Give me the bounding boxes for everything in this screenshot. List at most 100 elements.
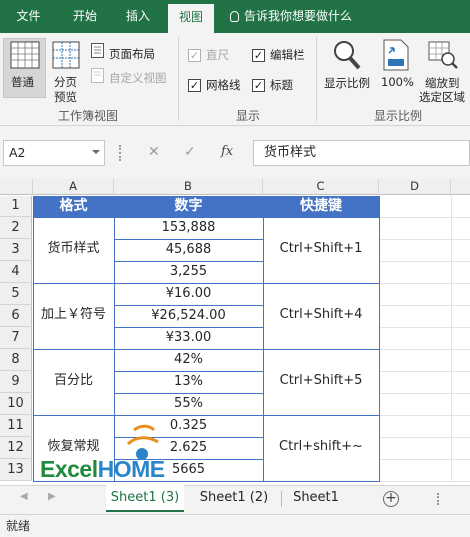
- shortcut-cell[interactable]: Ctrl+shift+~: [263, 415, 379, 481]
- row-header-5[interactable]: 5: [0, 283, 32, 305]
- table-column-border: [263, 196, 264, 482]
- ribbon-separator: [316, 37, 317, 121]
- sheet-tab-sheet1-2[interactable]: Sheet1 (2): [192, 485, 276, 512]
- column-header-d[interactable]: D: [379, 179, 451, 195]
- sheet-bar-options-icon[interactable]: [437, 493, 439, 505]
- insert-function-button[interactable]: fx: [221, 144, 233, 159]
- header-format: 格式: [33, 196, 114, 217]
- lightbulb-icon: [230, 11, 239, 22]
- sheet-next-icon[interactable]: ▶: [48, 491, 56, 502]
- tell-me-box[interactable]: 告诉我你想要做什么: [230, 0, 352, 33]
- status-text: 就绪: [6, 519, 31, 533]
- formula-bar-checkbox[interactable]: ✓: [252, 49, 265, 62]
- table-row-border: [114, 393, 263, 394]
- select-all-corner[interactable]: [0, 179, 33, 195]
- gridline: [379, 239, 470, 240]
- ruler-label: 直尺: [206, 48, 229, 62]
- number-cell[interactable]: 42%: [114, 349, 263, 371]
- number-cell[interactable]: 13%: [114, 371, 263, 393]
- tab-home[interactable]: 开始: [57, 0, 113, 33]
- row-header-10[interactable]: 10: [0, 393, 32, 415]
- name-box-dropdown-icon[interactable]: [92, 150, 100, 154]
- tab-view[interactable]: 视图: [168, 4, 214, 33]
- row-header-13[interactable]: 13: [0, 459, 32, 481]
- format-cell[interactable]: 货币样式: [33, 217, 114, 283]
- header-shortcut: 快捷键: [263, 196, 379, 217]
- enter-icon: ✓: [184, 144, 196, 160]
- ribbon: 普通 分页 预览 页面布局 自定义视图 工作簿视图 ✓ 直尺 ✓ 编辑栏 ✓ 网…: [0, 33, 470, 126]
- number-cell[interactable]: 55%: [114, 393, 263, 415]
- zoom-100-button[interactable]: 100%: [381, 75, 414, 89]
- gridline: [379, 349, 470, 350]
- add-sheet-button[interactable]: +: [383, 491, 399, 507]
- tab-insert[interactable]: 插入: [113, 0, 163, 33]
- row-header-3[interactable]: 3: [0, 239, 32, 261]
- table-row-border: [114, 327, 263, 328]
- table-row-border: [114, 305, 263, 306]
- table-row-border: [114, 371, 263, 372]
- number-cell[interactable]: ¥16.00: [114, 283, 263, 305]
- table-group-border: [33, 283, 379, 284]
- row-header-11[interactable]: 11: [0, 415, 32, 437]
- number-cell[interactable]: 45,688: [114, 239, 263, 261]
- group-zoom-label: 显示比例: [374, 109, 423, 123]
- row-header-7[interactable]: 7: [0, 327, 32, 349]
- format-cell[interactable]: 加上￥符号: [33, 283, 114, 349]
- group-show-label: 显示: [236, 109, 261, 123]
- gridline: [379, 371, 470, 372]
- shortcut-cell[interactable]: Ctrl+Shift+5: [263, 349, 379, 415]
- row-header-4[interactable]: 4: [0, 261, 32, 283]
- page-layout-button[interactable]: 页面布局: [109, 46, 155, 62]
- column-header-e[interactable]: [451, 179, 470, 195]
- row-header-1[interactable]: 1: [0, 196, 32, 217]
- row-header-12[interactable]: 12: [0, 437, 32, 459]
- number-cell[interactable]: ¥33.00: [114, 327, 263, 349]
- zoom-100-icon: [383, 39, 409, 71]
- zoom-selection-label-2[interactable]: 选定区域: [419, 89, 465, 105]
- column-header-b[interactable]: B: [114, 179, 263, 195]
- page-break-label-1[interactable]: 分页: [54, 74, 77, 90]
- column-header-a[interactable]: A: [33, 179, 114, 195]
- zoom-icon: [334, 41, 361, 70]
- row-header-8[interactable]: 8: [0, 349, 32, 371]
- group-views-label: 工作簿视图: [58, 109, 119, 123]
- zoom-button[interactable]: 显示比例: [324, 75, 370, 91]
- row-header-2[interactable]: 2: [0, 217, 32, 239]
- gridline: [379, 459, 470, 460]
- sheet-tab-sheet1-3[interactable]: Sheet1 (3): [106, 485, 184, 512]
- format-cell[interactable]: 百分比: [33, 349, 114, 415]
- sheet-tab-sheet1[interactable]: Sheet1: [286, 485, 346, 512]
- row-header-9[interactable]: 9: [0, 371, 32, 393]
- status-bar: 就绪: [0, 514, 470, 537]
- page-break-label-2[interactable]: 预览: [54, 89, 77, 105]
- headings-checkbox[interactable]: ✓: [252, 79, 265, 92]
- gridline: [451, 196, 452, 481]
- table-group-border: [33, 217, 379, 218]
- custom-view-icon: [91, 68, 104, 83]
- gridlines-checkbox[interactable]: ✓: [188, 79, 201, 92]
- gridline: [379, 327, 470, 328]
- ribbon-separator: [178, 37, 179, 121]
- watermark-home: HOME: [97, 456, 166, 482]
- gridline: [379, 305, 470, 306]
- ribbon-tab-bar: 文件 开始 插入 视图 告诉我你想要做什么: [0, 0, 470, 33]
- table-row-border: [114, 239, 263, 240]
- tab-file[interactable]: 文件: [0, 0, 57, 33]
- sheet-tab-divider: [281, 491, 282, 507]
- shortcut-cell[interactable]: Ctrl+Shift+1: [263, 217, 379, 283]
- header-number: 数字: [114, 196, 263, 217]
- row-header-6[interactable]: 6: [0, 305, 32, 327]
- number-cell[interactable]: ¥26,524.00: [114, 305, 263, 327]
- number-cell[interactable]: 153,888: [114, 217, 263, 239]
- headings-label: 标题: [270, 78, 293, 92]
- number-cell[interactable]: 3,255: [114, 261, 263, 283]
- name-box[interactable]: A2: [3, 140, 105, 166]
- shortcut-cell[interactable]: Ctrl+Shift+4: [263, 283, 379, 349]
- column-header-c[interactable]: C: [263, 179, 379, 195]
- ruler-checkbox: ✓: [188, 49, 201, 62]
- formula-bar-grip-icon[interactable]: [119, 145, 121, 161]
- custom-view-button: 自定义视图: [109, 71, 167, 85]
- sheet-prev-icon[interactable]: ◀: [20, 491, 28, 502]
- formula-input[interactable]: 货币样式: [253, 140, 470, 166]
- gridlines-label: 网格线: [206, 78, 241, 92]
